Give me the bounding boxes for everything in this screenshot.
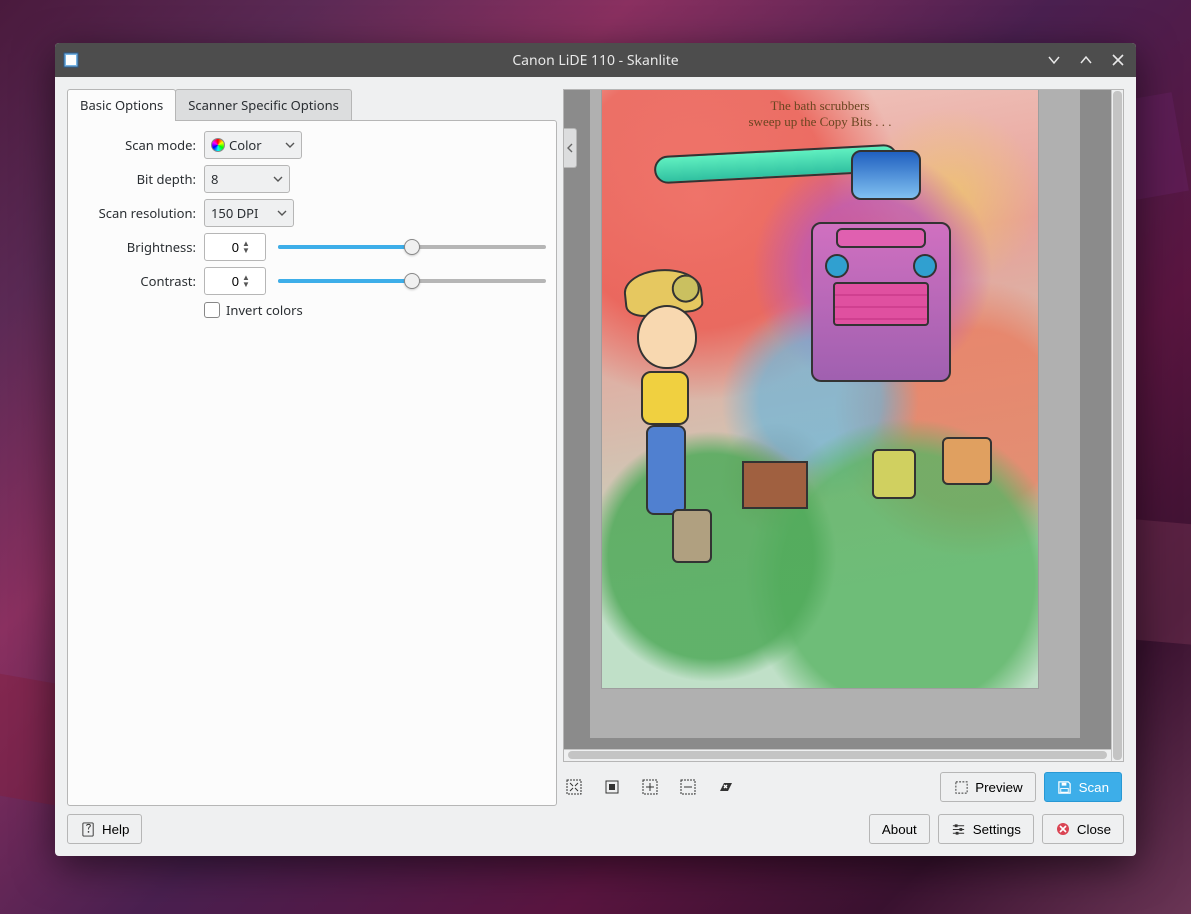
options-panel: Basic Options Scanner Specific Options S… — [67, 89, 557, 806]
scanned-page[interactable]: The bath scrubbers sweep up the Copy Bit… — [602, 90, 1038, 688]
invert-colors-label: Invert colors — [226, 301, 303, 319]
settings-sliders-icon — [951, 821, 967, 837]
bit-depth-select[interactable]: 8 — [204, 165, 290, 193]
contrast-slider[interactable] — [278, 269, 546, 293]
zoom-fit-icon[interactable] — [565, 778, 583, 796]
minimize-button[interactable] — [1044, 50, 1064, 70]
scan-mode-label: Scan mode: — [78, 136, 196, 154]
chevron-down-icon — [277, 208, 287, 218]
close-button[interactable]: Close — [1042, 814, 1124, 844]
close-icon — [1055, 821, 1071, 837]
help-button[interactable]: Help — [67, 814, 142, 844]
scan-button[interactable]: Scan — [1044, 772, 1122, 802]
brightness-slider[interactable] — [278, 235, 546, 259]
brightness-spinbox[interactable]: ▲▼ — [204, 233, 266, 261]
scan-bed: The bath scrubbers sweep up the Copy Bit… — [590, 90, 1080, 738]
app-window: Canon LiDE 110 - Skanlite Basic Options … — [55, 43, 1136, 856]
dialog-footer: Help About Settings — [67, 814, 1124, 844]
save-icon — [1057, 779, 1073, 795]
zoom-original-icon[interactable] — [603, 778, 621, 796]
contrast-input[interactable] — [211, 274, 239, 289]
close-window-button[interactable] — [1108, 50, 1128, 70]
resolution-value: 150 DPI — [211, 204, 258, 222]
vertical-scrollbar[interactable] — [1111, 90, 1123, 761]
tab-scanner-specific-options[interactable]: Scanner Specific Options — [175, 89, 352, 121]
help-icon — [80, 821, 96, 837]
scan-button-label: Scan — [1079, 780, 1109, 795]
resolution-label: Scan resolution: — [78, 204, 196, 222]
preview-button[interactable]: Preview — [940, 772, 1035, 802]
preview-icon — [953, 779, 969, 795]
contrast-spinbox[interactable]: ▲▼ — [204, 267, 266, 295]
brightness-label: Brightness: — [78, 238, 196, 256]
close-button-label: Close — [1077, 822, 1111, 837]
window-title: Canon LiDE 110 - Skanlite — [55, 51, 1136, 70]
scan-mode-select[interactable]: Color — [204, 131, 302, 159]
chevron-down-icon — [285, 140, 295, 150]
invert-colors-checkbox[interactable] — [204, 302, 220, 318]
spin-arrows-icon[interactable]: ▲▼ — [242, 240, 250, 254]
resolution-select[interactable]: 150 DPI — [204, 199, 294, 227]
chevron-down-icon — [273, 174, 283, 184]
artwork-text-line1: The bath scrubbers — [771, 98, 870, 113]
tab-basic-options[interactable]: Basic Options — [67, 89, 176, 121]
preview-viewport[interactable]: The bath scrubbers sweep up the Copy Bit… — [563, 89, 1124, 762]
scan-mode-value: Color — [229, 136, 262, 154]
preview-button-label: Preview — [975, 780, 1022, 795]
horizontal-scrollbar[interactable] — [564, 749, 1111, 761]
color-wheel-icon — [211, 138, 225, 152]
maximize-button[interactable] — [1076, 50, 1096, 70]
app-icon — [63, 52, 79, 68]
title-bar[interactable]: Canon LiDE 110 - Skanlite — [55, 43, 1136, 77]
zoom-in-icon[interactable] — [641, 778, 659, 796]
zoom-out-icon[interactable] — [679, 778, 697, 796]
preview-panel: The bath scrubbers sweep up the Copy Bit… — [563, 89, 1124, 806]
about-button-label: About — [882, 822, 917, 837]
brightness-input[interactable] — [211, 240, 239, 255]
contrast-label: Contrast: — [78, 272, 196, 290]
artwork-text-line2: sweep up the Copy Bits . . . — [749, 114, 892, 129]
bit-depth-value: 8 — [211, 170, 218, 188]
help-button-label: Help — [102, 822, 129, 837]
settings-button-label: Settings — [973, 822, 1021, 837]
spin-arrows-icon[interactable]: ▲▼ — [242, 274, 250, 288]
clear-selection-icon[interactable] — [717, 778, 735, 796]
about-button[interactable]: About — [869, 814, 930, 844]
settings-button[interactable]: Settings — [938, 814, 1034, 844]
bit-depth-label: Bit depth: — [78, 170, 196, 188]
